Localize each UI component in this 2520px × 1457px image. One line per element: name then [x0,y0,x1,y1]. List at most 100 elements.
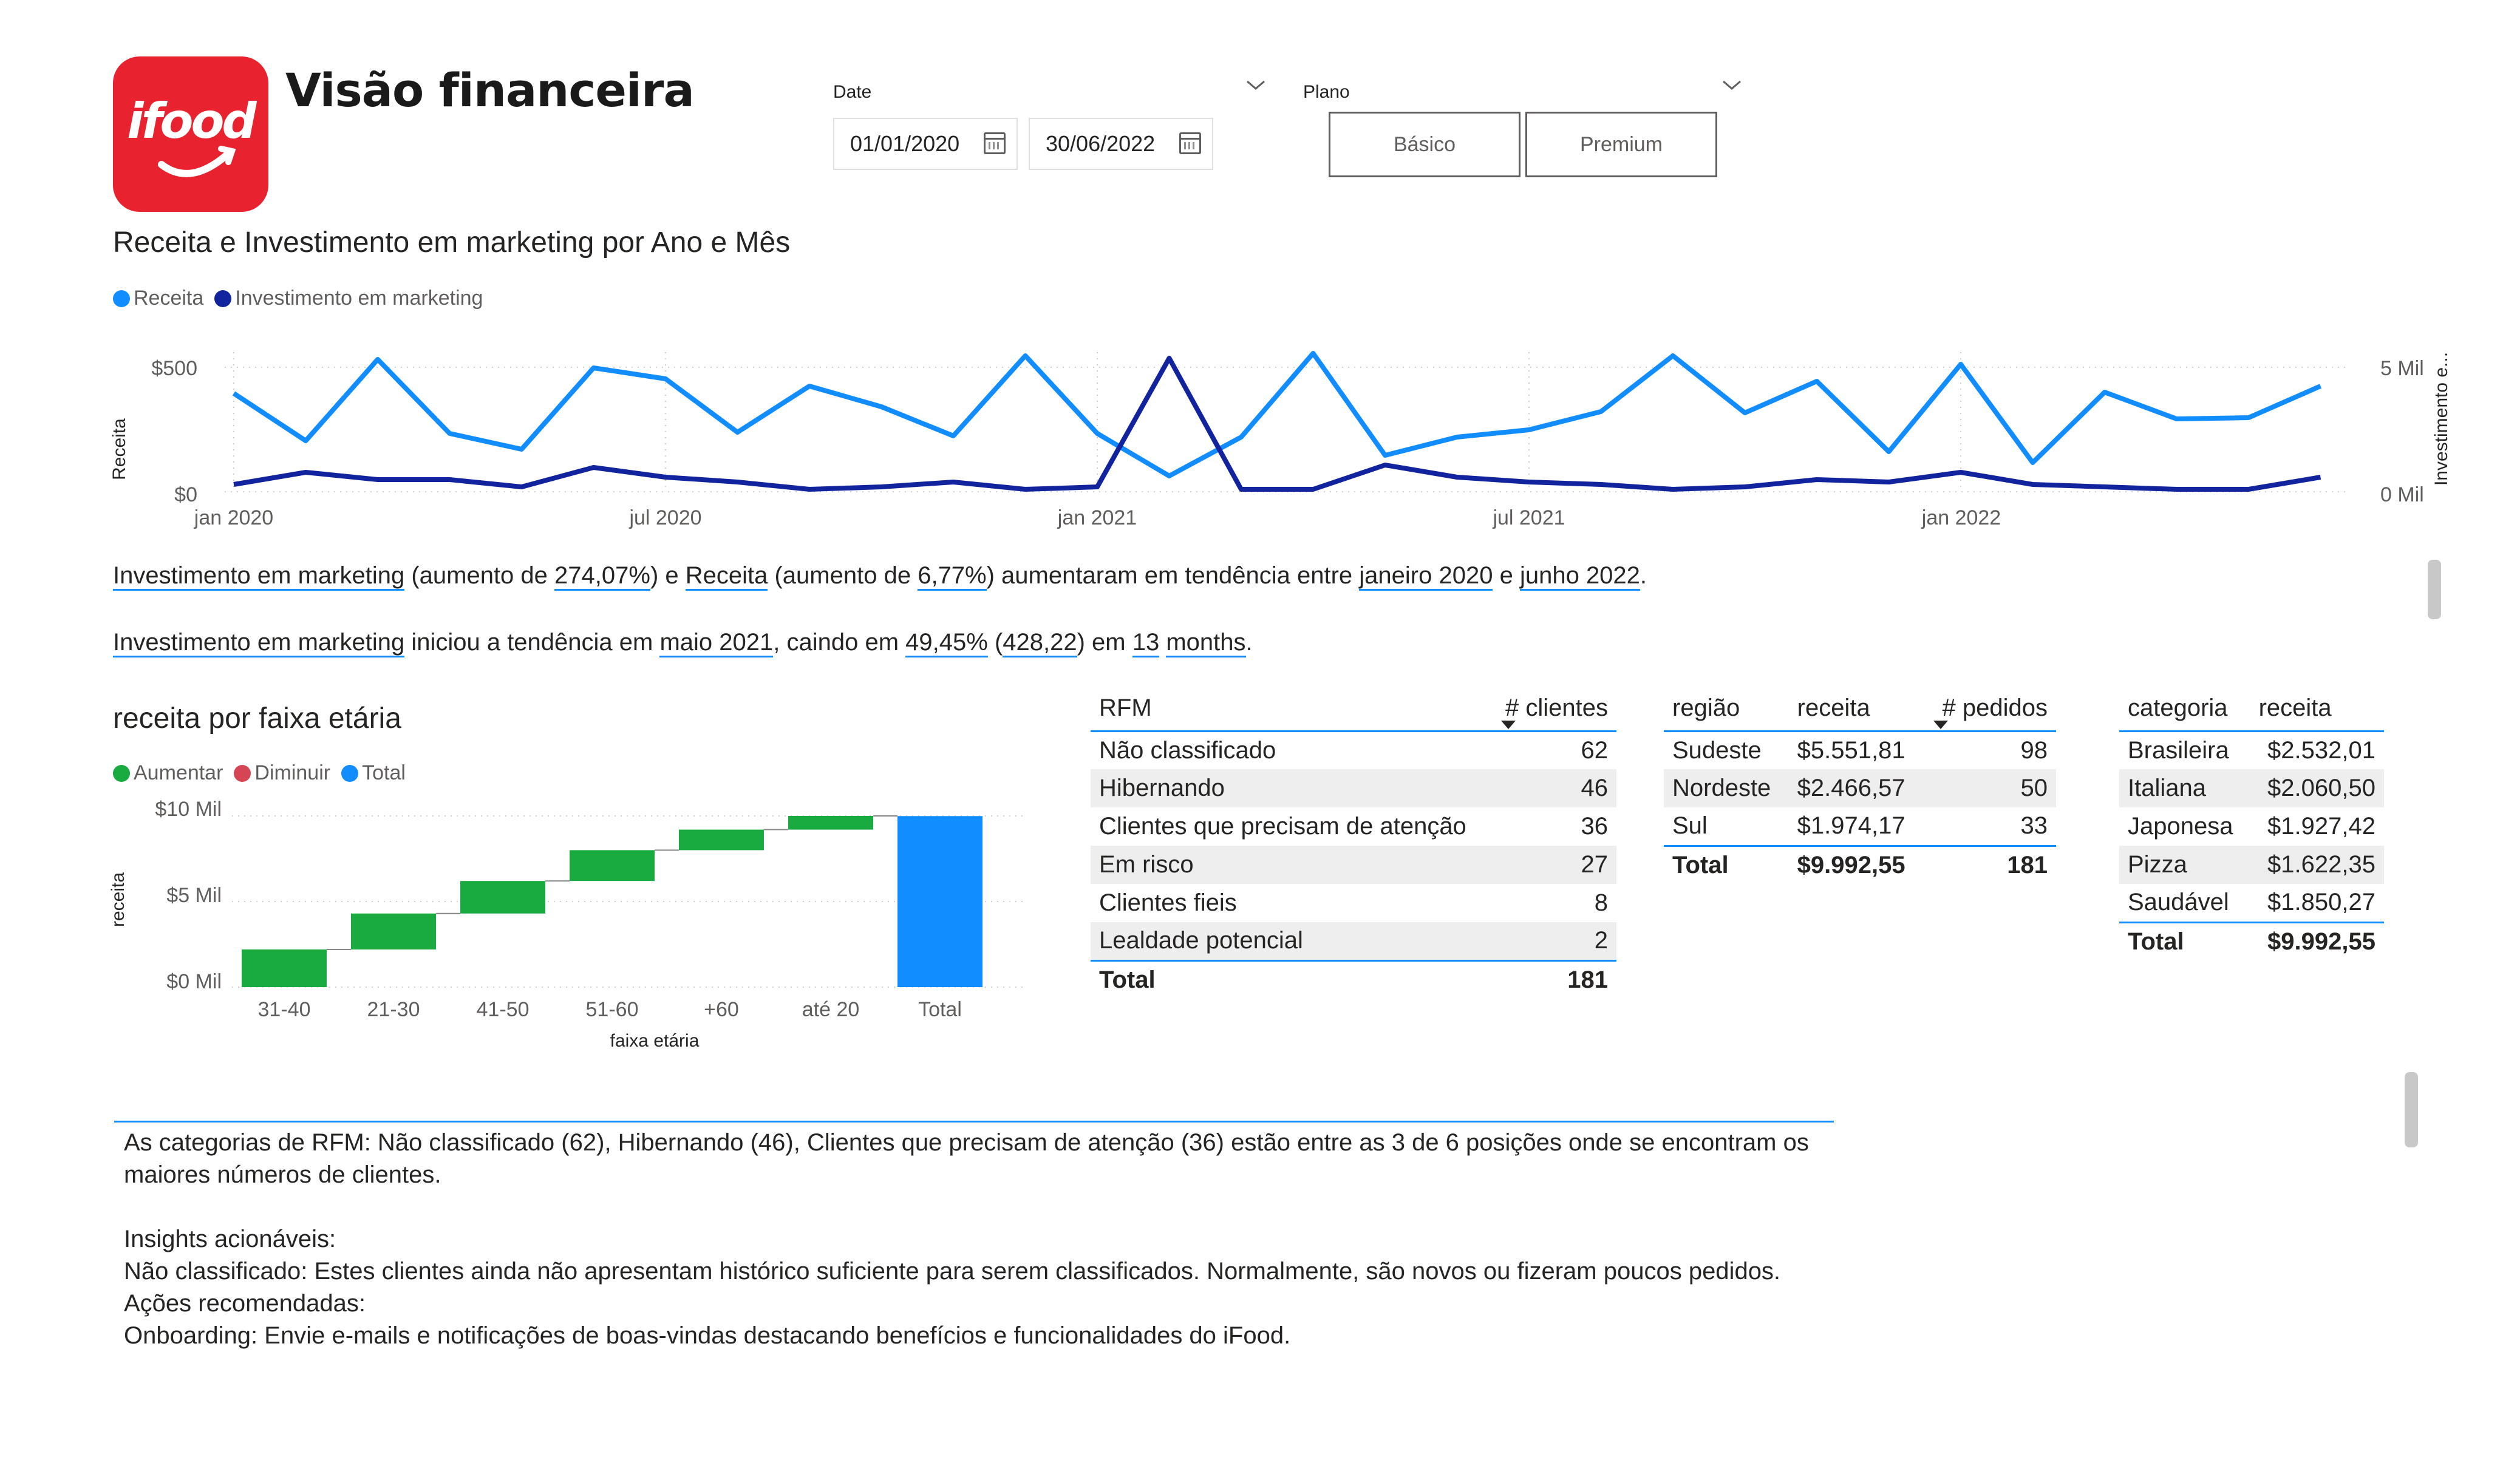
cell: $9.992,55 [2250,921,2384,960]
column-header-receita[interactable]: receita [1788,686,1924,732]
date-slicer-label: Date [833,82,872,102]
legend-item-investimento[interactable]: Investimento em marketing [214,287,483,310]
narrative-link[interactable]: Receita [685,562,768,591]
table-row[interactable]: Clientes que precisam de atenção 36 [1091,807,1616,846]
legend-dot-icon [113,290,130,307]
sort-desc-icon [1501,720,1516,729]
narrative-link[interactable]: maio 2021 [659,629,774,657]
table-total-row: Total $9.992,55 181 [1664,844,2056,884]
x-tick: Total [918,998,962,1021]
column-header-label: # clientes [1505,694,1608,721]
column-header-clientes[interactable]: # clientes [1491,686,1616,732]
x-axis-label: faixa etária [610,1031,700,1051]
line-chart-legend: Receita Investimento em marketing [113,287,483,310]
column-header-rfm[interactable]: RFM [1091,686,1492,732]
insights-paragraph: Ações recomendadas: [124,1290,366,1317]
column-header-categoria[interactable]: categoria [2119,686,2250,732]
table-row[interactable]: Sul $1.974,17 33 [1664,807,2056,846]
date-end-input[interactable]: 30/06/2022 [1029,118,1213,170]
cell: 181 [1924,844,2056,884]
series-line-receita [232,351,2322,478]
narrative-line-1: Investimento em marketing (aumento de 27… [113,562,1647,591]
column-header-pedidos[interactable]: # pedidos [1924,686,2056,732]
narrative-link[interactable]: 274,07% [554,562,650,591]
narrative-text: ) e [650,562,686,589]
legend-dot-icon [341,764,359,782]
table-total-row: Total 181 [1091,959,1616,999]
plano-option-basico-button[interactable]: Básico [1329,112,1521,177]
category-table: categoria receita Brasileira $2.532,01 It… [2119,686,2384,960]
plano-slicer-chevron-icon[interactable] [1721,78,1743,95]
plano-option-premium-button[interactable]: Premium [1525,112,1717,177]
page-scrollbar-thumb[interactable] [2428,560,2441,619]
legend-item-total[interactable]: Total [341,761,406,785]
table-row[interactable]: Japonesa $1.927,42 [2119,807,2384,846]
column-header-receita[interactable]: receita [2250,686,2384,732]
narrative-link[interactable]: Investimento em marketing [113,562,405,591]
x-tick: +60 [704,998,739,1021]
x-tick: até 20 [802,998,860,1021]
narrative-link[interactable]: 13 [1132,629,1160,657]
line-chart-title: Receita e Investimento em marketing por … [113,226,791,259]
waterfall-chart: 31-40 21-30 41-50 51-60 +60 até 20 Total $10 M… [108,798,1026,1051]
narrative-link[interactable]: months [1166,629,1246,657]
narrative-line-2: Investimento em marketing iniciou a tend… [113,629,1253,657]
waterfall-bar [351,913,436,949]
x-tick: jan 2020 [194,506,273,529]
cell: $5.551,81 [1797,736,1905,764]
cell: Brasileira [2128,736,2229,764]
cell: Sul [1672,812,1708,840]
legend-dot-icon [234,764,251,782]
x-tick: 21-30 [367,998,420,1021]
legend-item-aumentar[interactable]: Aumentar [113,761,223,785]
cell: Nordeste [1664,769,1789,807]
cell: $1.622,35 [2250,846,2384,884]
table-row[interactable]: Sudeste $5.551,81 98 [1664,731,2056,769]
table-row[interactable]: Brasileira $2.532,01 [2119,731,2384,769]
date-slicer-chevron-icon[interactable] [1245,78,1267,95]
cell: Total [1091,959,1492,999]
cell: Hibernando [1091,769,1492,807]
legend-label: Diminuir [254,761,331,784]
table-row[interactable]: Clientes fieis 8 [1091,884,1616,922]
narrative-link[interactable]: janeiro 2020 [1359,562,1493,591]
column-header-regiao[interactable]: região [1664,686,1789,732]
cell: 27 [1491,846,1616,884]
x-tick: 51-60 [586,998,639,1021]
date-start-input[interactable]: 01/01/2020 [833,118,1018,170]
table-row[interactable]: Não classificado 62 [1091,731,1616,769]
table-row[interactable]: Pizza $1.622,35 [2119,846,2384,884]
narrative-link[interactable]: 6,77% [918,562,987,591]
legend-item-diminuir[interactable]: Diminuir [234,761,330,785]
cell: 8 [1594,889,1608,916]
narrative-link[interactable]: 428,22 [1003,629,1077,657]
table-row[interactable]: Nordeste $2.466,57 50 [1664,769,2056,807]
waterfall-bar [242,949,327,987]
table-row[interactable]: Hibernando 46 [1091,769,1616,807]
narrative-link[interactable]: 49,45% [905,629,988,657]
waterfall-bar [679,829,764,851]
ifood-logo: ifood [113,56,268,212]
cell: Italiana [2119,769,2250,807]
narrative-link[interactable]: Investimento em marketing [113,629,405,657]
table-row[interactable]: Saudável $1.850,27 [2119,884,2384,922]
narrative-text: (aumento de [768,562,918,589]
cell: $2.060,50 [2250,769,2384,807]
calendar-icon[interactable] [984,132,1006,154]
textbox-scrollbar-thumb[interactable] [2405,1072,2418,1147]
y-axis-label: receita [108,872,128,927]
table-row[interactable]: Italiana $2.060,50 [2119,769,2384,807]
legend-item-receita[interactable]: Receita [113,287,203,310]
table-row[interactable]: Lealdade potencial 2 [1091,922,1616,960]
narrative-text: (aumento de [404,562,555,589]
cell: $9.992,55 [1788,844,1924,884]
narrative-link[interactable]: junho 2022 [1519,562,1640,591]
legend-dot-icon [113,764,130,782]
table-row[interactable]: Em risco 27 [1091,846,1616,884]
calendar-icon[interactable] [1179,132,1201,154]
waterfall-bar [460,881,545,914]
table-header-row: região receita # pedidos [1664,686,2056,732]
line-chart: $500 $0 5 Mil 0 Mil jan 2020 jul 2020 ja… [109,351,2451,529]
insights-textbox[interactable]: As categorias de RFM: Não classificado (… [124,1127,1824,1367]
cell: Pizza [2119,846,2250,884]
